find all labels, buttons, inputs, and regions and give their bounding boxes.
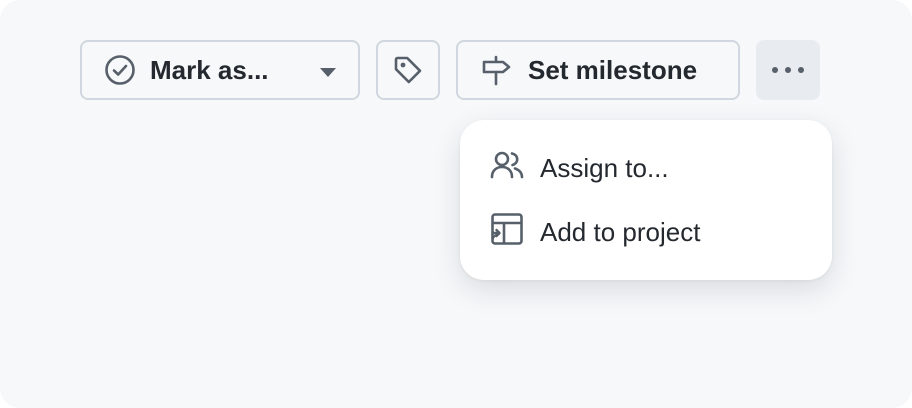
issue-actions-panel: Mark as... Set milestone Assign to... Ad… — [0, 0, 912, 408]
set-milestone-button[interactable]: Set milestone — [456, 40, 740, 100]
menu-item-label: Add to project — [540, 216, 701, 247]
tag-icon — [392, 54, 424, 86]
kebab-horizontal-icon — [771, 66, 805, 74]
menu-item-label: Assign to... — [540, 152, 669, 183]
people-icon — [490, 150, 524, 187]
milestone-signpost-icon — [480, 54, 512, 86]
mark-as-button[interactable]: Mark as... — [80, 40, 360, 100]
set-milestone-label: Set milestone — [528, 54, 698, 85]
menu-item-add-to-project[interactable]: Add to project — [490, 212, 700, 252]
triangle-down-icon — [320, 68, 336, 77]
overflow-menu — [460, 120, 832, 280]
mark-as-label: Mark as... — [150, 54, 269, 85]
check-circle-icon — [104, 54, 136, 86]
menu-item-assign-to[interactable]: Assign to... — [490, 148, 669, 188]
project-icon — [490, 212, 524, 253]
labels-button[interactable] — [376, 40, 440, 100]
more-actions-button[interactable] — [756, 40, 820, 100]
